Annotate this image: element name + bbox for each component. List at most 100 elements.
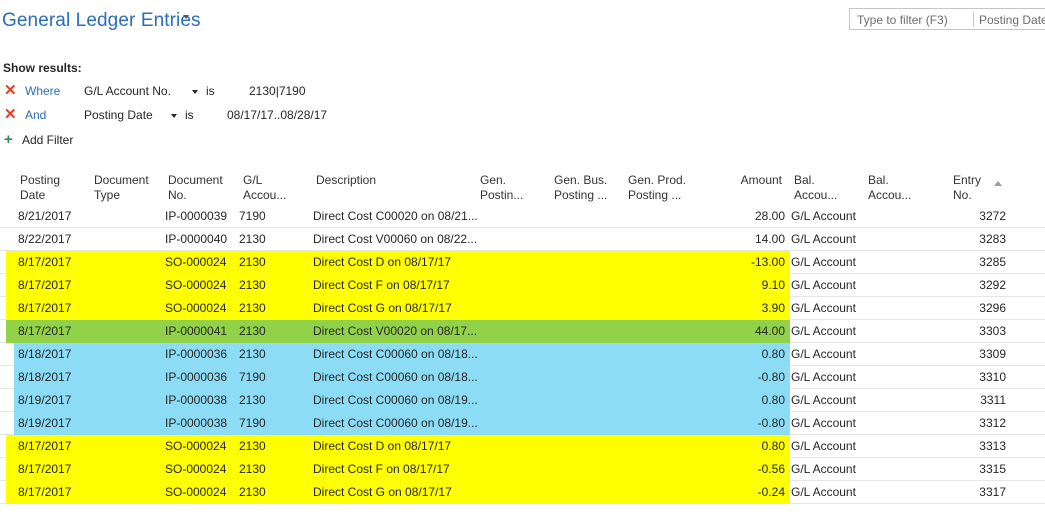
column-header-amount[interactable]: Amount [720, 173, 782, 188]
header-line: Description [316, 173, 377, 187]
table-row[interactable]: 8/19/2017 IP-0000038 7190 Direct Cost C0006… [0, 412, 1045, 435]
cell-posting-date: 8/17/2017 [18, 439, 72, 453]
header-line: Date [20, 188, 46, 202]
cell-gl-account: 2130 [239, 393, 266, 407]
column-header-description[interactable]: Description [316, 173, 376, 188]
column-header-document-no[interactable]: Document No. [168, 173, 223, 203]
column-header-bal-account-type[interactable]: Bal. Accou... [794, 173, 837, 203]
column-header-gen-prod-posting[interactable]: Gen. Prod. Posting ... [628, 173, 686, 203]
cell-document-no: IP-0000041 [165, 324, 228, 338]
search-filter-box[interactable]: Type to filter (F3) Posting Date [849, 8, 1045, 30]
cell-posting-date: 8/22/2017 [18, 232, 72, 246]
cell-description: Direct Cost G on 08/17/17 [313, 485, 452, 499]
filter-operator: is [206, 84, 215, 98]
cell-gl-account: 7190 [239, 370, 266, 384]
cell-amount: -0.56 [757, 462, 785, 476]
table-row[interactable]: 8/17/2017 SO-000024 2130 Direct Cost G on 0… [0, 297, 1045, 320]
cell-entry-no: 3285 [979, 255, 1006, 269]
header-line: Amount [740, 173, 782, 187]
cell-document-no: IP-0000038 [165, 393, 228, 407]
cell-amount: -13.00 [750, 255, 785, 269]
page-title[interactable]: General Ledger Entries [2, 10, 201, 32]
table-row[interactable]: 8/17/2017 SO-000024 2130 Direct Cost F on 0… [0, 458, 1045, 481]
cell-amount: -0.24 [757, 485, 785, 499]
add-filter-label[interactable]: Add Filter [22, 133, 73, 147]
cell-gl-account: 2130 [239, 278, 266, 292]
table-row[interactable]: 8/17/2017 SO-000024 2130 Direct Cost D on 0… [0, 251, 1045, 274]
table-row[interactable]: 8/22/2017 IP-0000040 2130 Direct Cost V0006… [0, 228, 1045, 251]
header-line: Document [94, 173, 149, 187]
header-line: Gen. [480, 173, 507, 187]
cell-entry-no: 3283 [979, 232, 1006, 246]
cell-amount: 3.90 [761, 301, 785, 315]
column-header-bal-account-no[interactable]: Bal. Accou... [868, 173, 911, 203]
cell-posting-date: 8/17/2017 [18, 324, 72, 338]
cell-document-no: IP-0000036 [165, 347, 228, 361]
cell-amount: -0.80 [757, 416, 785, 430]
cell-bal-account-type: G/L Account [791, 439, 856, 453]
cell-bal-account-type: G/L Account [791, 393, 856, 407]
cell-posting-date: 8/21/2017 [18, 209, 72, 223]
table-header: Posting Date Document Type Document No. … [0, 170, 1045, 204]
cell-amount: 14.00 [754, 232, 785, 246]
cell-document-no: SO-000024 [165, 485, 227, 499]
cell-entry-no: 3315 [979, 462, 1006, 476]
table-row[interactable]: 8/21/2017 IP-0000039 7190 Direct Cost C0002… [0, 205, 1045, 228]
column-header-gen-posting[interactable]: Gen. Postin... [480, 173, 523, 203]
cell-description: Direct Cost V00060 on 08/22... [313, 232, 478, 246]
column-header-document-type[interactable]: Document Type [94, 173, 149, 203]
cell-amount: 0.80 [761, 393, 785, 407]
column-header-entry-no[interactable]: Entry No. [953, 173, 981, 203]
cell-bal-account-type: G/L Account [791, 255, 856, 269]
cell-entry-no: 3272 [979, 209, 1006, 223]
header-line: No. [168, 188, 187, 202]
column-header-gl-account[interactable]: G/L Accou... [243, 173, 286, 203]
header-line: Bal. [868, 173, 889, 187]
cell-description: Direct Cost G on 08/17/17 [313, 301, 452, 315]
column-header-posting-date[interactable]: Posting Date [20, 173, 60, 203]
header-line: G/L [243, 173, 263, 187]
remove-filter-icon[interactable]: ✕ [4, 107, 17, 123]
chevron-down-icon[interactable] [183, 15, 189, 19]
sort-ascending-icon[interactable] [994, 181, 1002, 186]
column-header-gen-bus-posting[interactable]: Gen. Bus. Posting ... [554, 173, 607, 203]
cell-description: Direct Cost F on 08/17/17 [313, 462, 450, 476]
filter-value-input[interactable]: 08/17/17..08/28/17 [227, 108, 327, 122]
cell-entry-no: 3292 [979, 278, 1006, 292]
header-line: Entry [953, 173, 982, 187]
cell-description: Direct Cost C00020 on 08/21... [313, 209, 478, 223]
table-row[interactable]: 8/19/2017 IP-0000038 2130 Direct Cost C0006… [0, 389, 1045, 412]
cell-gl-account: 2130 [239, 347, 266, 361]
cell-amount: 28.00 [754, 209, 785, 223]
chevron-down-icon[interactable] [171, 114, 177, 118]
cell-bal-account-type: G/L Account [791, 370, 856, 384]
filter-keyword: And [25, 108, 47, 122]
header-line: Gen. Bus. [554, 173, 608, 187]
table-row[interactable]: 8/18/2017 IP-0000036 7190 Direct Cost C0006… [0, 366, 1045, 389]
filter-field-select[interactable]: Posting Date [979, 13, 1045, 27]
divider [973, 12, 974, 27]
table-row[interactable]: 8/17/2017 SO-000024 2130 Direct Cost D on 0… [0, 435, 1045, 458]
cell-entry-no: 3317 [979, 485, 1006, 499]
cell-posting-date: 8/19/2017 [18, 393, 72, 407]
header-line: Type [94, 188, 121, 202]
filter-value-input[interactable]: 2130|7190 [249, 84, 306, 98]
header-line: No. [953, 188, 972, 202]
table-row[interactable]: 8/17/2017 SO-000024 2130 Direct Cost F on 0… [0, 274, 1045, 297]
filter-row-1: ✕ Where G/L Account No. is 2130|7190 [0, 83, 400, 101]
cell-document-no: SO-000024 [165, 462, 227, 476]
filter-field-dropdown[interactable]: G/L Account No. [84, 84, 171, 98]
header-line: Accou... [794, 188, 838, 202]
table-row[interactable]: 8/17/2017 SO-000024 2130 Direct Cost G on 0… [0, 481, 1045, 504]
chevron-down-icon[interactable] [192, 90, 198, 94]
cell-posting-date: 8/17/2017 [18, 301, 72, 315]
search-input[interactable]: Type to filter (F3) [857, 13, 948, 27]
header-line: Accou... [243, 188, 287, 202]
cell-gl-account: 7190 [239, 209, 266, 223]
table-row[interactable]: 8/17/2017 IP-0000041 2130 Direct Cost V0002… [0, 320, 1045, 343]
filter-field-dropdown[interactable]: Posting Date [84, 108, 153, 122]
table-row[interactable]: 8/18/2017 IP-0000036 2130 Direct Cost C0006… [0, 343, 1045, 366]
cell-bal-account-type: G/L Account [791, 209, 856, 223]
remove-filter-icon[interactable]: ✕ [4, 83, 17, 99]
plus-icon[interactable]: + [4, 131, 13, 148]
